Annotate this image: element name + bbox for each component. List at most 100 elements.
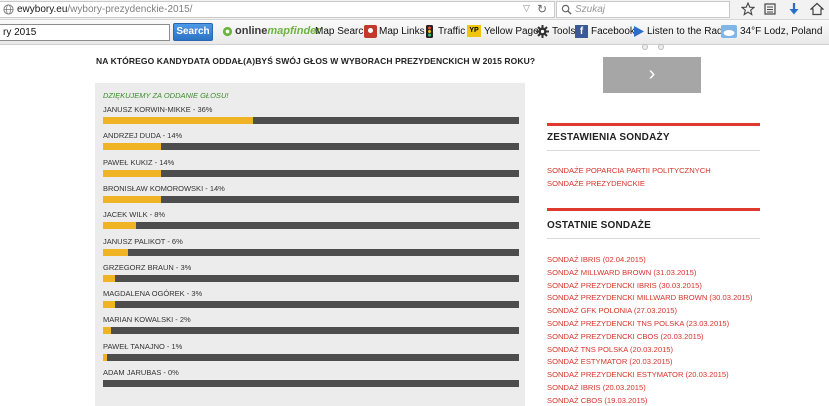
mapfinder-logo[interactable]: onlinemapfinder: [235, 25, 321, 37]
section-divider: [547, 150, 760, 151]
poll-result-label: JANUSZ KORWIN-MIKKE - 36%: [103, 105, 213, 114]
poll-bar-track: [103, 327, 519, 335]
poll-bar-track: [103, 380, 519, 387]
section-divider: [547, 238, 760, 239]
toolbar-search-button[interactable]: Search: [173, 23, 213, 41]
bookmarks-list-icon[interactable]: [763, 2, 777, 16]
poll-bar-fill: [103, 222, 137, 230]
poll-result-row: JACEK WILK - 8%: [103, 210, 519, 236]
recent-poll-link[interactable]: SONDAŻ PREZYDENCKI CBOS (20.03.2015): [547, 332, 704, 341]
bookmark-star-icon[interactable]: [741, 2, 755, 16]
weather-link[interactable]: 34°F Lodz, Poland: [740, 26, 822, 37]
poll-result-label: MARIAN KOWALSKI - 2%: [103, 315, 191, 325]
traffic-light-icon: [426, 25, 433, 38]
reload-icon[interactable]: ↻: [537, 2, 547, 16]
facebook-icon: f: [575, 25, 588, 38]
map-search-link[interactable]: Map Search: [315, 26, 369, 37]
poll-thanks-message: DZIĘKUJEMY ZA ODDANIE GŁOSU!: [103, 91, 229, 100]
section-accent-bar: [547, 208, 760, 211]
radio-link[interactable]: Listen to the Radio: [647, 26, 730, 37]
poll-result-label: PAWEŁ TANAJNO - 1%: [103, 341, 183, 351]
home-icon[interactable]: [810, 2, 824, 16]
poll-bar-track: [103, 248, 519, 256]
recent-poll-link[interactable]: SONDAŻ PREZYDENCKI MILLWARD BROWN (30.03…: [547, 293, 753, 302]
facebook-link[interactable]: Facebook: [591, 26, 635, 37]
poll-bar-fill: [103, 117, 253, 124]
url-text: ewybory.eu/wybory-prezydenckie-2015/: [17, 4, 192, 15]
recent-poll-link[interactable]: SONDAŻ CBOS (19.03.2015): [547, 396, 647, 405]
recent-poll-link[interactable]: SONDAŻ IBRIS (02.04.2015): [547, 255, 646, 264]
slider-dot[interactable]: [658, 44, 664, 50]
toolbar-search-input[interactable]: [0, 24, 170, 41]
recent-poll-link[interactable]: SONDAŻ PREZYDENCKI IBRIS (30.03.2015): [547, 281, 702, 290]
poll-bar-track: [103, 117, 519, 124]
summary-link[interactable]: SONDAŻE POPARCIA PARTII POLITYCZNYCH: [547, 166, 711, 175]
poll-result-label: ADAM JARUBAS - 0%: [103, 368, 179, 377]
recent-poll-link[interactable]: SONDAŻ GFK POLONIA (27.03.2015): [547, 306, 677, 315]
poll-result-label: PAWEŁ KUKIZ - 14%: [103, 157, 175, 167]
search-icon: [561, 4, 572, 15]
poll-bar-fill: [103, 301, 116, 309]
traffic-link[interactable]: Traffic: [438, 26, 465, 37]
poll-bar-track: [103, 169, 519, 177]
poll-result-label: BRONISŁAW KOMOROWSKI - 14%: [103, 183, 225, 193]
poll-bar-fill: [103, 169, 162, 177]
address-bar[interactable]: ewybory.eu/wybory-prezydenckie-2015/ ▽ ↻: [0, 1, 555, 18]
slider-next-button[interactable]: ›: [603, 57, 701, 93]
poll-result-row: JANUSZ KORWIN-MIKKE - 36%: [103, 105, 519, 131]
poll-bar-fill: [103, 195, 162, 203]
tools-menu[interactable]: Tools: [552, 26, 575, 37]
poll-bar-fill: [103, 143, 162, 151]
poll-bar-track: [103, 222, 519, 230]
play-icon: [634, 26, 644, 37]
poll-result-label: JANUSZ PALIKOT - 6%: [103, 236, 183, 246]
poll-result-row: MAGDALENA OGÓREK - 3%: [103, 289, 519, 315]
search-placeholder: Szukaj: [575, 4, 606, 15]
recent-poll-link[interactable]: SONDAŻ ESTYMATOR (20.03.2015): [547, 357, 672, 366]
yellow-pages-link[interactable]: Yellow Pages: [484, 26, 544, 37]
section-accent-bar: [547, 123, 760, 126]
mapfinder-logo-icon: [222, 26, 233, 37]
gear-icon: [536, 25, 549, 38]
poll-result-label: ANDRZEJ DUDA - 14%: [103, 131, 183, 141]
poll-result-label: MAGDALENA OGÓREK - 3%: [103, 289, 203, 299]
poll-result-row: ADAM JARUBAS - 0%: [103, 368, 519, 394]
weather-cloud-icon: [721, 25, 737, 38]
dropdown-arrow-icon[interactable]: ▽: [523, 3, 530, 14]
poll-bar-track: [103, 143, 519, 151]
poll-bar-track: [103, 195, 519, 203]
download-icon[interactable]: [787, 2, 801, 16]
recent-poll-link[interactable]: SONDAŻ IBRIS (20.03.2015): [547, 383, 646, 392]
summary-link[interactable]: SONDAŻE PREZYDENCKIE: [547, 179, 645, 188]
poll-bar-fill: [103, 327, 112, 335]
poll-result-label: GRZEGORZ BRAUN - 3%: [103, 262, 192, 272]
recent-poll-link[interactable]: SONDAŻ PREZYDENCKI ESTYMATOR (20.03.2015…: [547, 370, 729, 379]
recent-poll-link[interactable]: SONDAŻ PREZYDENCKI TNS POLSKA (23.03.201…: [547, 319, 729, 328]
recent-poll-link[interactable]: SONDAŻ TNS POLSKA (20.03.2015): [547, 345, 673, 354]
poll-bar-fill: [103, 353, 108, 361]
poll-bar-fill: [103, 248, 128, 256]
poll-results-panel: DZIĘKUJEMY ZA ODDANIE GŁOSU! JANUSZ KORW…: [95, 83, 525, 406]
poll-result-row: PAWEŁ KUKIZ - 14%: [103, 158, 519, 184]
browser-search-field[interactable]: Szukaj: [556, 1, 730, 18]
poll-bar-track: [103, 353, 519, 361]
poll-result-label: JACEK WILK - 8%: [103, 210, 166, 220]
yellow-pages-icon: YP: [467, 25, 481, 37]
browser-navigation-bar: ewybory.eu/wybory-prezydenckie-2015/ ▽ ↻…: [0, 0, 829, 20]
poll-result-row: GRZEGORZ BRAUN - 3%: [103, 263, 519, 289]
poll-result-row: MARIAN KOWALSKI - 2%: [103, 315, 519, 341]
map-pin-icon: [364, 25, 377, 38]
summaries-section-title: ZESTAWIENIA SONDAŻY: [547, 132, 670, 143]
mapfinder-toolbar: Search onlinemapfinder Map Search Map Li…: [0, 20, 829, 45]
map-links-link[interactable]: Map Links: [379, 26, 425, 37]
poll-bar-track: [103, 301, 519, 309]
poll-result-row: BRONISŁAW KOMOROWSKI - 14%: [103, 184, 519, 210]
poll-question: NA KTÓREGO KANDYDATA ODDAŁ(A)BYŚ SWÓJ GŁ…: [96, 56, 536, 66]
poll-result-row: ANDRZEJ DUDA - 14%: [103, 131, 519, 157]
poll-result-row: JANUSZ PALIKOT - 6%: [103, 237, 519, 263]
url-host: ewybory.eu: [17, 4, 68, 15]
slider-dot[interactable]: [642, 44, 648, 50]
poll-bar-track: [103, 274, 519, 282]
recent-polls-section-title: OSTATNIE SONDAŻE: [547, 220, 651, 231]
recent-poll-link[interactable]: SONDAŻ MILLWARD BROWN (31.03.2015): [547, 268, 696, 277]
